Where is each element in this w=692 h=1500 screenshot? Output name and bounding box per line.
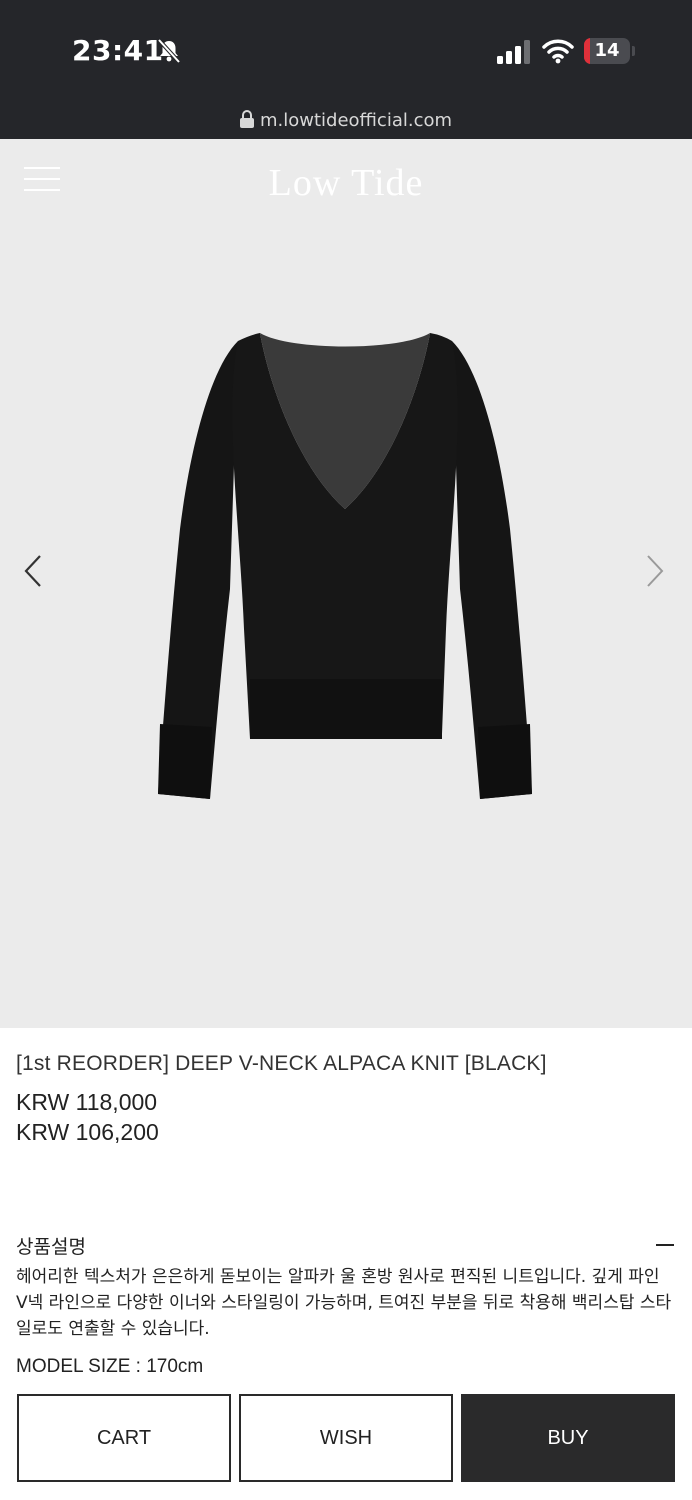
chevron-right-icon[interactable] <box>640 551 668 591</box>
product-title: [1st REORDER] DEEP V-NECK ALPACA KNIT [B… <box>16 1052 547 1075</box>
battery-tip <box>632 46 635 56</box>
bell-muted-icon <box>157 38 181 64</box>
model-size: MODEL SIZE : 170cm <box>16 1356 204 1377</box>
wish-button[interactable]: WISH <box>239 1394 453 1482</box>
battery-percent: 14 <box>594 40 620 61</box>
buy-button[interactable]: BUY <box>461 1394 675 1482</box>
chevron-left-icon[interactable] <box>20 551 48 591</box>
browser-chrome: 23:41 14 m.lowtideofficial.com <box>0 0 692 139</box>
description-text: 헤어리한 텍스처가 은은하게 돋보이는 알파카 울 혼방 원사로 편직된 니트입… <box>16 1267 672 1339</box>
status-time: 23:41 <box>72 34 164 67</box>
description-heading[interactable]: 상품설명 <box>16 1232 86 1259</box>
wifi-icon <box>542 39 574 64</box>
lock-icon <box>239 110 254 128</box>
original-price: KRW 118,000 <box>16 1089 158 1115</box>
address-bar[interactable]: m.lowtideofficial.com <box>0 110 692 131</box>
battery-indicator: 14 <box>584 38 630 64</box>
url-text: m.lowtideofficial.com <box>259 110 453 131</box>
product-photo-knit-sweater <box>158 333 532 799</box>
cart-button[interactable]: CART <box>17 1394 231 1482</box>
sale-price: KRW 106,200 <box>16 1119 159 1145</box>
cellular-signal-icon <box>497 40 530 64</box>
site-logo[interactable]: Low Tide <box>0 161 692 205</box>
collapse-minus-icon[interactable] <box>656 1244 674 1246</box>
product-image-carousel[interactable]: Low Tide <box>0 139 692 1028</box>
